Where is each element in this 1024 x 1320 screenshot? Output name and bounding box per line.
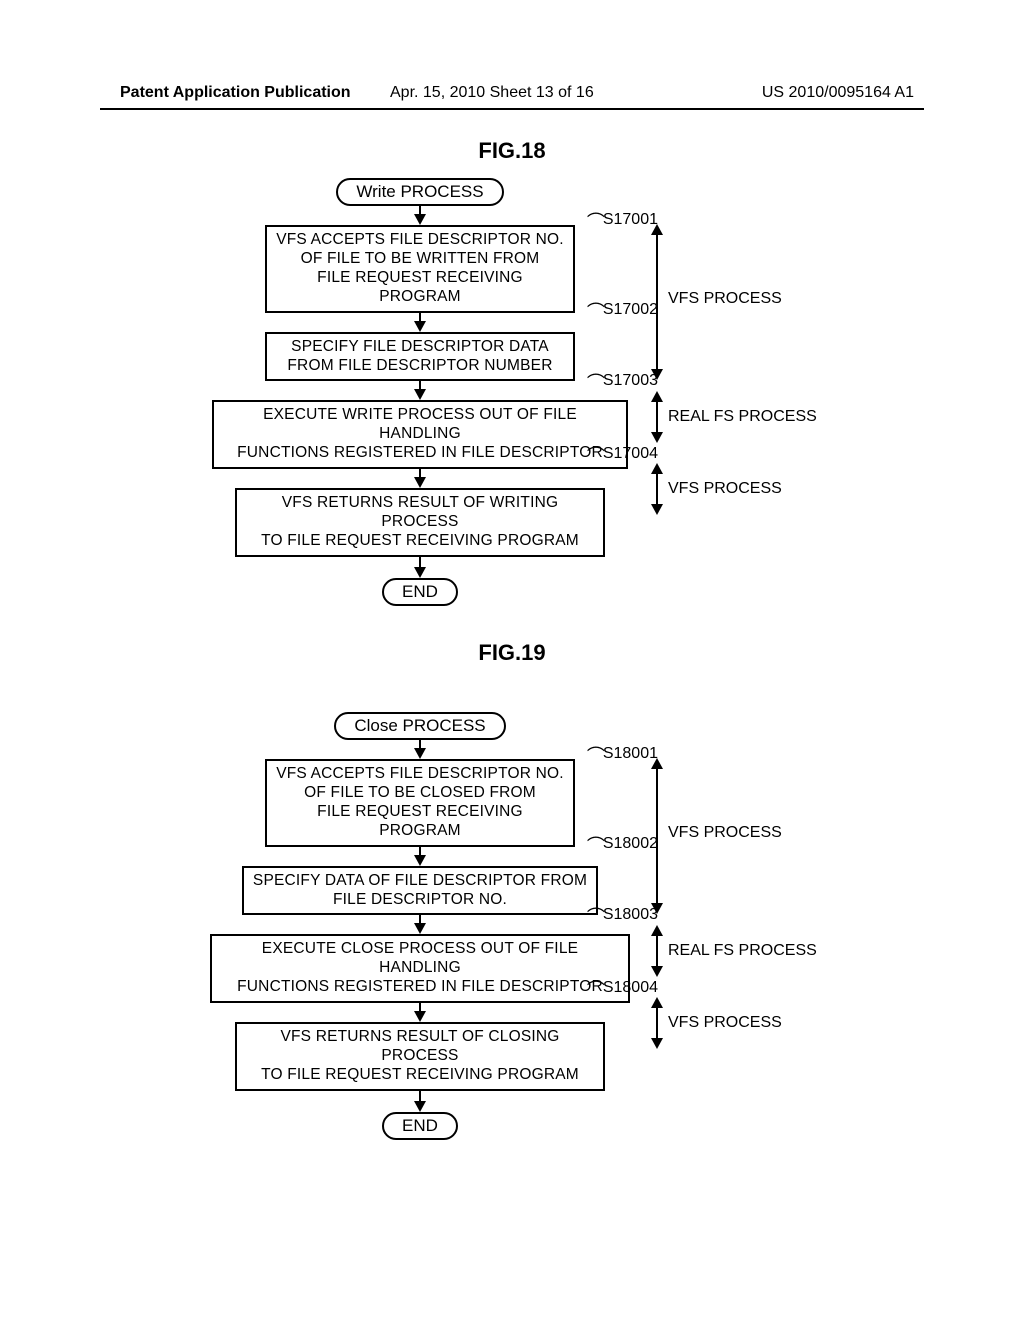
fig19-side3: VFS PROCESS <box>668 1014 782 1032</box>
fig19-s4-tag: S18004 <box>603 979 658 996</box>
fig19-flow: Close PROCESS ⌒S18001 VFS ACCEPTS FILE D… <box>200 712 640 1140</box>
fig18-side3: VFS PROCESS <box>668 480 782 498</box>
fig18-side1: VFS PROCESS <box>668 290 782 308</box>
fig19-s3-tag: S18003 <box>603 906 658 923</box>
header-right: US 2010/0095164 A1 <box>762 84 914 102</box>
fig19-s1-tag: S18001 <box>603 745 658 762</box>
fig19-s1-box: VFS ACCEPTS FILE DESCRIPTOR NO.OF FILE T… <box>265 759 575 847</box>
fig18-s4-box: VFS RETURNS RESULT OF WRITING PROCESSTO … <box>235 488 605 557</box>
fig19-start-terminal: Close PROCESS <box>334 712 505 740</box>
fig18-s4-tag: S17004 <box>603 445 658 462</box>
fig18-title: FIG.18 <box>0 138 1024 164</box>
fig18-end-terminal: END <box>382 578 458 606</box>
fig18-flow: Write PROCESS ⌒S17001 VFS ACCEPTS FILE D… <box>200 178 640 606</box>
fig19-s4-box: VFS RETURNS RESULT OF CLOSING PROCESSTO … <box>235 1022 605 1091</box>
fig19-bracket-vfs2 <box>656 999 658 1047</box>
fig18-s2-tag: S17002 <box>603 301 658 318</box>
fig19-bracket-vfs1 <box>656 760 658 912</box>
fig18-s3-box: EXECUTE WRITE PROCESS OUT OF FILE HANDLI… <box>212 400 628 469</box>
fig18-s2-box: SPECIFY FILE DESCRIPTOR DATAFROM FILE DE… <box>265 332 575 382</box>
patent-page: Patent Application Publication Apr. 15, … <box>0 0 1024 1320</box>
fig18-s1-tag: S17001 <box>603 211 658 228</box>
fig18-bracket-real <box>656 393 658 441</box>
fig18-side2: REAL FS PROCESS <box>668 408 817 426</box>
fig19-side1: VFS PROCESS <box>668 824 782 842</box>
fig18-bracket-vfs2 <box>656 465 658 513</box>
fig19-side2: REAL FS PROCESS <box>668 942 817 960</box>
fig18-bracket-vfs1 <box>656 226 658 378</box>
header-mid: Apr. 15, 2010 Sheet 13 of 16 <box>390 84 594 102</box>
fig19-bracket-real <box>656 927 658 975</box>
fig19-title: FIG.19 <box>0 640 1024 666</box>
fig18-s3-tag: S17003 <box>603 372 658 389</box>
header-rule <box>100 108 924 110</box>
fig18-s1-box: VFS ACCEPTS FILE DESCRIPTOR NO.OF FILE T… <box>265 225 575 313</box>
fig18-start-terminal: Write PROCESS <box>336 178 503 206</box>
header-left: Patent Application Publication <box>120 84 351 102</box>
fig19-s2-tag: S18002 <box>603 835 658 852</box>
fig19-s2-box: SPECIFY DATA OF FILE DESCRIPTOR FROMFILE… <box>242 866 598 916</box>
fig19-end-terminal: END <box>382 1112 458 1140</box>
fig19-s3-box: EXECUTE CLOSE PROCESS OUT OF FILE HANDLI… <box>210 934 630 1003</box>
